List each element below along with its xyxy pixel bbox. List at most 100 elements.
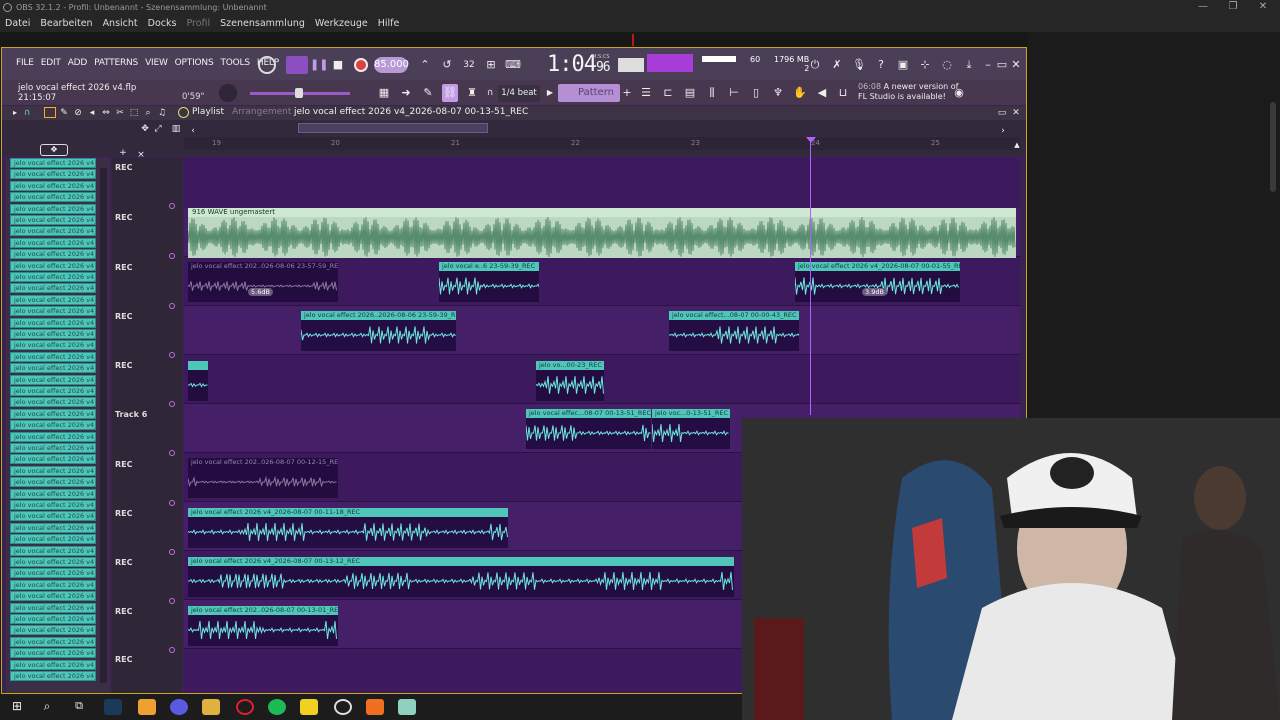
browser-item[interactable]: jelo vocal effect 2026 v4_2 [10,511,96,522]
audio-clip[interactable]: jelo vo...00-23_REC [536,361,604,401]
audio-clip[interactable]: jelo vocal effect 2026 v4_2026-08-07 00-… [188,508,508,548]
browser-item[interactable]: jelo vocal effect 2026 v4_2 [10,397,96,408]
browser-item[interactable]: jelo vocal effect 2026 v4_2 [10,636,96,647]
fl-menu-add[interactable]: ADD [68,54,88,72]
track-header[interactable]: REC [112,213,182,259]
menu-bearbeiten[interactable]: Bearbeiten [35,15,97,29]
browser-item[interactable]: jelo vocal effect 2026 v4_2 [10,192,96,203]
channel-rack-icon[interactable]: ▤ [682,84,698,102]
track-enable-icon[interactable] [169,203,175,209]
browser-item[interactable]: jelo vocal effect 2026 v4_2 [10,659,96,670]
microphone-icon[interactable]: 🎙 [851,56,867,74]
resize-icon[interactable]: ⤢ [152,120,164,138]
maximize-button[interactable]: ❐ [1218,0,1248,15]
browser-scrollbar[interactable] [100,168,107,683]
menu-docks[interactable]: Docks [143,15,182,29]
browser-item[interactable]: jelo vocal effect 2026 v4_2 [10,454,96,465]
track-enable-icon[interactable] [169,401,175,407]
browser-item[interactable]: jelo vocal effect 2026 v4_2 [10,215,96,225]
touch-icon[interactable]: ✋ [792,84,808,102]
audio-clip[interactable]: jelo vocal e..6 23-59-39_REC [439,262,539,302]
step-edit-icon[interactable]: 32 [460,56,478,74]
playlist-icon[interactable]: ☰ [638,84,654,102]
fl-minimize-button[interactable]: – [982,56,994,74]
piano-roll-icon[interactable]: ⊏ [660,84,676,102]
browser-toggle-icon[interactable]: ✥ [40,144,68,156]
playlist-current-clip[interactable]: jelo vocal effect 2026 v4_2026-08-07 00-… [294,107,528,117]
menu-hilfe[interactable]: Hilfe [373,15,405,29]
browser-item[interactable]: jelo vocal effect 2026 v4_2 [10,283,96,294]
browser-item[interactable]: jelo vocal effect 2026 v4_2 [10,545,96,556]
playhead-marker[interactable] [806,137,816,143]
browser-item[interactable]: jelo vocal effect 2026 v4_2 [10,591,96,602]
snap-selector[interactable]: 1/4 beat [498,85,540,102]
windows-start-icon[interactable]: ⊞ [8,699,26,715]
browser-item[interactable]: jelo vocal effect 2026 v4_2 [10,351,96,362]
arrow-right-icon[interactable]: ➜ [398,84,414,102]
globe-icon[interactable]: ◉ [952,84,966,102]
vlc-icon[interactable] [366,699,384,715]
task-view-icon[interactable]: ⧉ [70,699,88,715]
track-header[interactable]: Track 6 [112,410,182,456]
spotify-icon[interactable] [268,699,286,715]
browser-item[interactable]: jelo vocal effect 2026 v4_2 [10,249,96,260]
menu-werkzeuge[interactable]: Werkzeuge [310,15,373,29]
notepad-icon[interactable] [398,699,416,715]
megaphone-icon[interactable]: ◀ [814,84,830,102]
opera-icon[interactable] [236,699,254,715]
position-slider-thumb[interactable] [295,88,303,98]
browser-item[interactable]: jelo vocal effect 2026 v4_2 [10,363,96,374]
master-volume-knob[interactable] [258,56,276,74]
fl-close-button[interactable]: ✕ [1010,56,1022,74]
cart-icon[interactable]: ⊔ [836,84,850,102]
close-button[interactable]: ✕ [1248,0,1278,15]
add-pattern-icon[interactable]: + [622,84,632,102]
game-icon[interactable] [300,699,318,715]
browser-item[interactable]: jelo vocal effect 2026 v4_2 [10,226,96,237]
play-pattern-icon[interactable]: ▶ [544,84,556,102]
gain-badge[interactable]: 5.6dB [248,288,273,296]
browser-item[interactable]: jelo vocal effect 2026 v4_2 [10,420,96,431]
tempo-display[interactable]: 85.000 [374,57,409,73]
browser-item[interactable]: jelo vocal effect 2026 v4_2 [10,625,96,636]
audio-clip[interactable]: jelo voc...0-13-51_REC [652,409,730,449]
browser-item[interactable]: jelo vocal effect 2026 v4_2 [10,568,96,579]
fl-menu-view[interactable]: VIEW [145,54,168,72]
browser-item[interactable]: jelo vocal effect 2026 v4_2 [10,522,96,533]
track-header[interactable]: REC [112,263,182,309]
plugin-icon[interactable]: ♆ [770,84,786,102]
browser-item[interactable]: jelo vocal effect 2026 v4_2 [10,180,96,191]
track-header[interactable]: REC [112,361,182,407]
browser-item[interactable]: jelo vocal effect 2026 v4_2 [10,203,96,214]
steam-icon[interactable] [104,699,122,715]
fl-menu-patterns[interactable]: PATTERNS [94,54,138,72]
track-enable-icon[interactable] [169,500,175,506]
blend-notes-icon[interactable]: ⊞ [482,56,500,74]
fl-menu-tools[interactable]: TOOLS [220,54,250,72]
browser-item[interactable]: jelo vocal effect 2026 v4_2 [10,294,96,305]
pause-icon[interactable]: ❚❚ [310,56,328,74]
audio-clip[interactable]: jelo vocal effec...08-07 00-13-51_REC [526,409,651,449]
browser-item[interactable]: jelo vocal effect 2026 v4_2 [10,534,96,545]
chat-icon[interactable]: ◌ [939,56,955,74]
pencil-icon[interactable]: ✎ [420,84,436,102]
file-icon[interactable]: ▯ [748,84,764,102]
browser-item[interactable]: jelo vocal effect 2026 v4_2 [10,260,96,271]
close-x-icon[interactable]: ✗ [829,56,845,74]
track-header[interactable]: REC [112,558,182,604]
playlist-subtitle[interactable]: Arrangement [232,107,291,117]
browser-item[interactable]: jelo vocal effect 2026 v4_2 [10,602,96,613]
pitch-knob[interactable] [219,84,237,102]
browser-item[interactable]: jelo vocal effect 2026 v4_2 [10,431,96,442]
stop-icon[interactable]: ■ [330,56,346,74]
stamp-icon[interactable]: ♜ [464,84,480,102]
file-explorer-icon[interactable] [202,699,220,715]
piano-icon[interactable]: ▥ [170,120,182,138]
browser-item[interactable]: jelo vocal effect 2026 v4_2 [10,500,96,510]
audio-clip[interactable]: jelo vocal effect 202..026-08-06 23-57-5… [188,262,338,302]
track-enable-icon[interactable] [169,647,175,653]
browser-item[interactable]: jelo vocal effect 2026 v4_2 [10,317,96,328]
track-header[interactable]: REC [112,460,182,506]
minimize-button[interactable]: — [1188,0,1218,15]
move-icon[interactable]: ✥ [138,120,152,138]
